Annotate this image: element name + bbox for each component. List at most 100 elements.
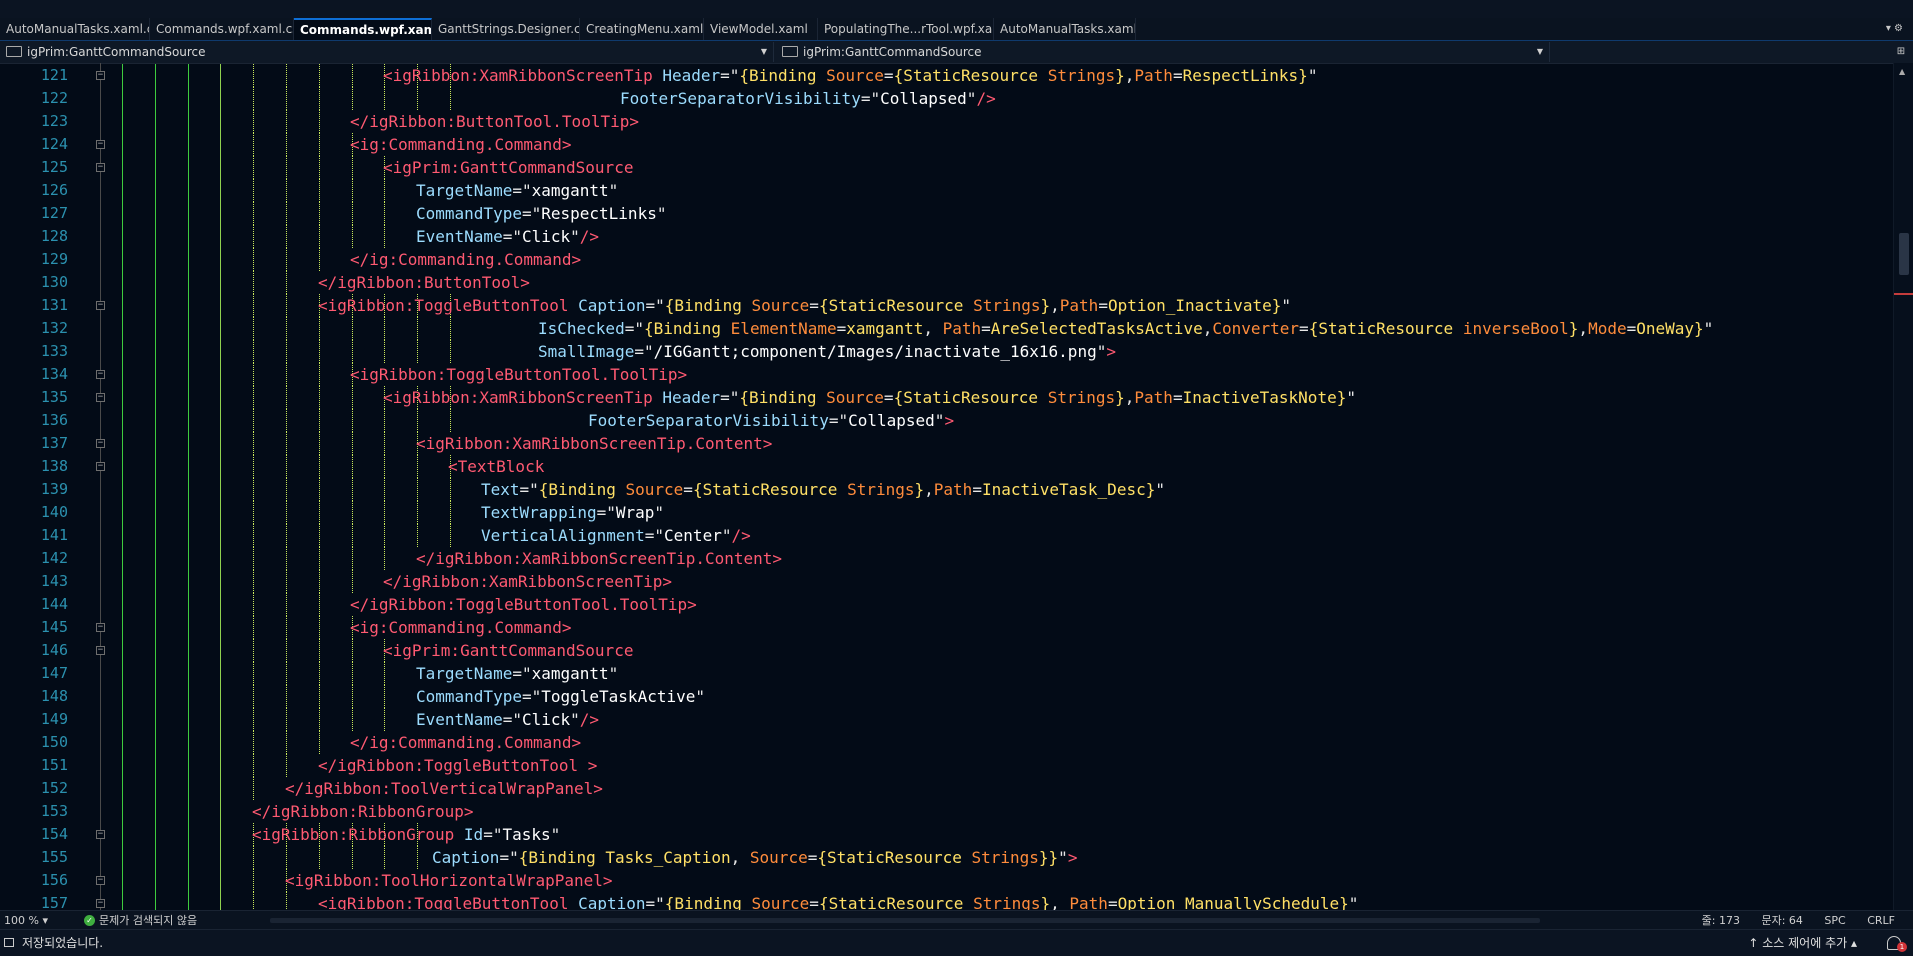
split-editor-icon[interactable]: ⊞ xyxy=(1893,43,1909,61)
code-line[interactable]: <igRibbon:RibbonGroup Id="Tasks" xyxy=(252,823,560,846)
tab-5[interactable]: CreatingMenu.xaml xyxy=(580,18,704,40)
code-line[interactable]: <ig:Commanding.Command> xyxy=(350,133,572,156)
element-selector-right[interactable]: igPrim:GanttCommandSource ▼ xyxy=(778,42,1550,62)
indent-guide xyxy=(155,777,156,800)
code-line[interactable]: </igRibbon:XamRibbonScreenTip.Content> xyxy=(416,547,782,570)
indent-guide xyxy=(319,248,321,271)
chevron-down-icon[interactable]: ▼ xyxy=(761,42,767,62)
indent-guide xyxy=(253,616,255,639)
code-line[interactable]: FooterSeparatorVisibility="Collapsed"> xyxy=(588,409,954,432)
collapse-icon[interactable]: − xyxy=(96,71,105,80)
code-line[interactable]: <TextBlock xyxy=(448,455,544,478)
code-line[interactable]: <ig:Commanding.Command> xyxy=(350,616,572,639)
code-line[interactable]: <igRibbon:XamRibbonScreenTip Header="{Bi… xyxy=(383,386,1356,409)
indent-guide xyxy=(220,685,221,708)
scrollbar-thumb[interactable] xyxy=(1899,233,1909,275)
code-line[interactable]: TargetName="xamgantt" xyxy=(416,662,618,685)
indent-guide xyxy=(319,409,321,432)
tab-8[interactable]: AutoManualTasks.xaml xyxy=(994,18,1136,40)
line-number: 138 xyxy=(40,457,68,475)
code-line[interactable]: </ig:Commanding.Command> xyxy=(350,248,581,271)
code-line[interactable]: </ig:Commanding.Command> xyxy=(350,731,581,754)
indent-guide xyxy=(352,179,354,202)
line-number: 133 xyxy=(40,342,68,360)
tab-2[interactable]: Commands.wpf.xaml.cs⊣ xyxy=(150,18,294,40)
code-line[interactable]: <igPrim:GanttCommandSource xyxy=(383,156,633,179)
indent-guide xyxy=(286,593,288,616)
indent-guide xyxy=(155,386,156,409)
code-line[interactable]: IsChecked="{Binding ElementName=xamgantt… xyxy=(538,317,1713,340)
collapse-icon[interactable]: − xyxy=(96,899,105,908)
code-line[interactable]: </igRibbon:ButtonTool> xyxy=(318,271,530,294)
line-number: 146 xyxy=(40,641,68,659)
collapse-icon[interactable]: − xyxy=(96,646,105,655)
horizontal-scrollbar[interactable] xyxy=(270,918,1540,923)
indent-guide xyxy=(384,340,386,363)
code-line[interactable]: VerticalAlignment="Center"/> xyxy=(481,524,751,547)
tab-3[interactable]: Commands.wpf.xaml⊣✕ xyxy=(294,18,432,40)
code-line[interactable]: <igRibbon:XamRibbonScreenTip.Content> xyxy=(416,432,772,455)
collapse-icon[interactable]: − xyxy=(96,876,105,885)
code-line[interactable]: </igRibbon:ToggleButtonTool.ToolTip> xyxy=(350,593,697,616)
add-to-source-control-button[interactable]: ↑ 소스 제어에 추가 ▴ xyxy=(1748,930,1857,956)
issues-indicator[interactable]: ✓ 문제가 검색되지 않음 xyxy=(84,911,197,930)
code-line[interactable]: </igRibbon:ButtonTool.ToolTip> xyxy=(350,110,639,133)
code-line[interactable]: SmallImage="/IGGantt;component/Images/in… xyxy=(538,340,1116,363)
whitespace-indicator[interactable]: SPC xyxy=(1824,914,1845,927)
code-line[interactable]: </igRibbon:ToolVerticalWrapPanel> xyxy=(285,777,603,800)
tab-4[interactable]: GanttStrings.Designer.cs xyxy=(432,18,580,40)
line-number: 122 xyxy=(40,89,68,107)
code-line[interactable]: Text="{Binding Source={StaticResource St… xyxy=(481,478,1165,501)
code-line[interactable]: EventName="Click"/> xyxy=(416,708,599,731)
vertical-scrollbar[interactable]: ▲ xyxy=(1893,63,1913,912)
code-line[interactable]: <igRibbon:XamRibbonScreenTip Header="{Bi… xyxy=(383,64,1317,87)
code-line[interactable]: Caption="{Binding Tasks_Caption, Source=… xyxy=(432,846,1077,869)
indent-guide xyxy=(319,64,321,87)
collapse-icon[interactable]: − xyxy=(96,301,105,310)
collapse-icon[interactable]: − xyxy=(96,140,105,149)
collapse-icon[interactable]: − xyxy=(96,370,105,379)
collapse-icon[interactable]: − xyxy=(96,163,105,172)
code-line[interactable]: <igRibbon:ToggleButtonTool.ToolTip> xyxy=(350,363,687,386)
code-line[interactable]: EventName="Click"/> xyxy=(416,225,599,248)
code-line[interactable]: </igRibbon:ToggleButtonTool > xyxy=(318,754,597,777)
code-line[interactable]: FooterSeparatorVisibility="Collapsed"/> xyxy=(620,87,996,110)
zoom-level[interactable]: 100 % ▾ xyxy=(4,911,48,930)
indent-guide xyxy=(188,455,189,478)
line-ending-indicator[interactable]: CRLF xyxy=(1867,914,1895,927)
code-line[interactable]: TextWrapping="Wrap" xyxy=(481,501,664,524)
code-editor[interactable]: 121 122 123 124 125 126 127 128 129 130 131 132 133 1… xyxy=(0,63,1913,912)
code-line[interactable]: </igRibbon:RibbonGroup> xyxy=(252,800,474,823)
code-line[interactable]: TargetName="xamgantt" xyxy=(416,179,618,202)
code-line[interactable]: CommandType="RespectLinks" xyxy=(416,202,666,225)
collapse-icon[interactable]: − xyxy=(96,830,105,839)
collapse-icon[interactable]: − xyxy=(96,462,105,471)
tab-1[interactable]: AutoManualTasks.xaml.cs⊣ xyxy=(0,18,150,40)
indent-guide xyxy=(352,455,354,478)
scroll-up-icon[interactable]: ▲ xyxy=(1899,67,1905,76)
line-number: 132 xyxy=(40,319,68,337)
indent-guide xyxy=(319,616,321,639)
indent-guide xyxy=(450,501,452,524)
indent-guide xyxy=(384,225,386,248)
code-line[interactable]: <igRibbon:ToggleButtonTool Caption="{Bin… xyxy=(318,294,1291,317)
collapse-icon[interactable]: − xyxy=(96,439,105,448)
indent-guide xyxy=(253,478,255,501)
code-line[interactable]: <igRibbon:ToolHorizontalWrapPanel> xyxy=(285,869,613,892)
line-indicator[interactable]: 줄: 173 xyxy=(1702,914,1740,927)
code-line[interactable]: <igRibbon:ToggleButtonTool Caption="{Bin… xyxy=(318,892,1358,912)
chevron-down-icon[interactable]: ▼ xyxy=(1537,42,1543,62)
tab-7[interactable]: PopulatingThe...rTool.wpf.xaml xyxy=(818,18,994,40)
code-line[interactable]: CommandType="ToggleTaskActive" xyxy=(416,685,705,708)
tab-6[interactable]: ViewModel.xaml xyxy=(704,18,818,40)
code-line[interactable]: <igPrim:GanttCommandSource xyxy=(383,639,633,662)
element-selector-left[interactable]: igPrim:GanttCommandSource ▼ xyxy=(2,42,774,62)
code-line[interactable]: </igRibbon:XamRibbonScreenTip> xyxy=(383,570,672,593)
line-number: 154 xyxy=(40,825,68,843)
fold-guide-line xyxy=(100,63,101,912)
collapse-icon[interactable]: − xyxy=(96,623,105,632)
char-indicator[interactable]: 문자: 64 xyxy=(1761,914,1802,927)
tab-overflow-menu[interactable]: ▾ ⚙ xyxy=(1886,18,1903,40)
collapse-icon[interactable]: − xyxy=(96,393,105,402)
indent-guide xyxy=(122,340,123,363)
